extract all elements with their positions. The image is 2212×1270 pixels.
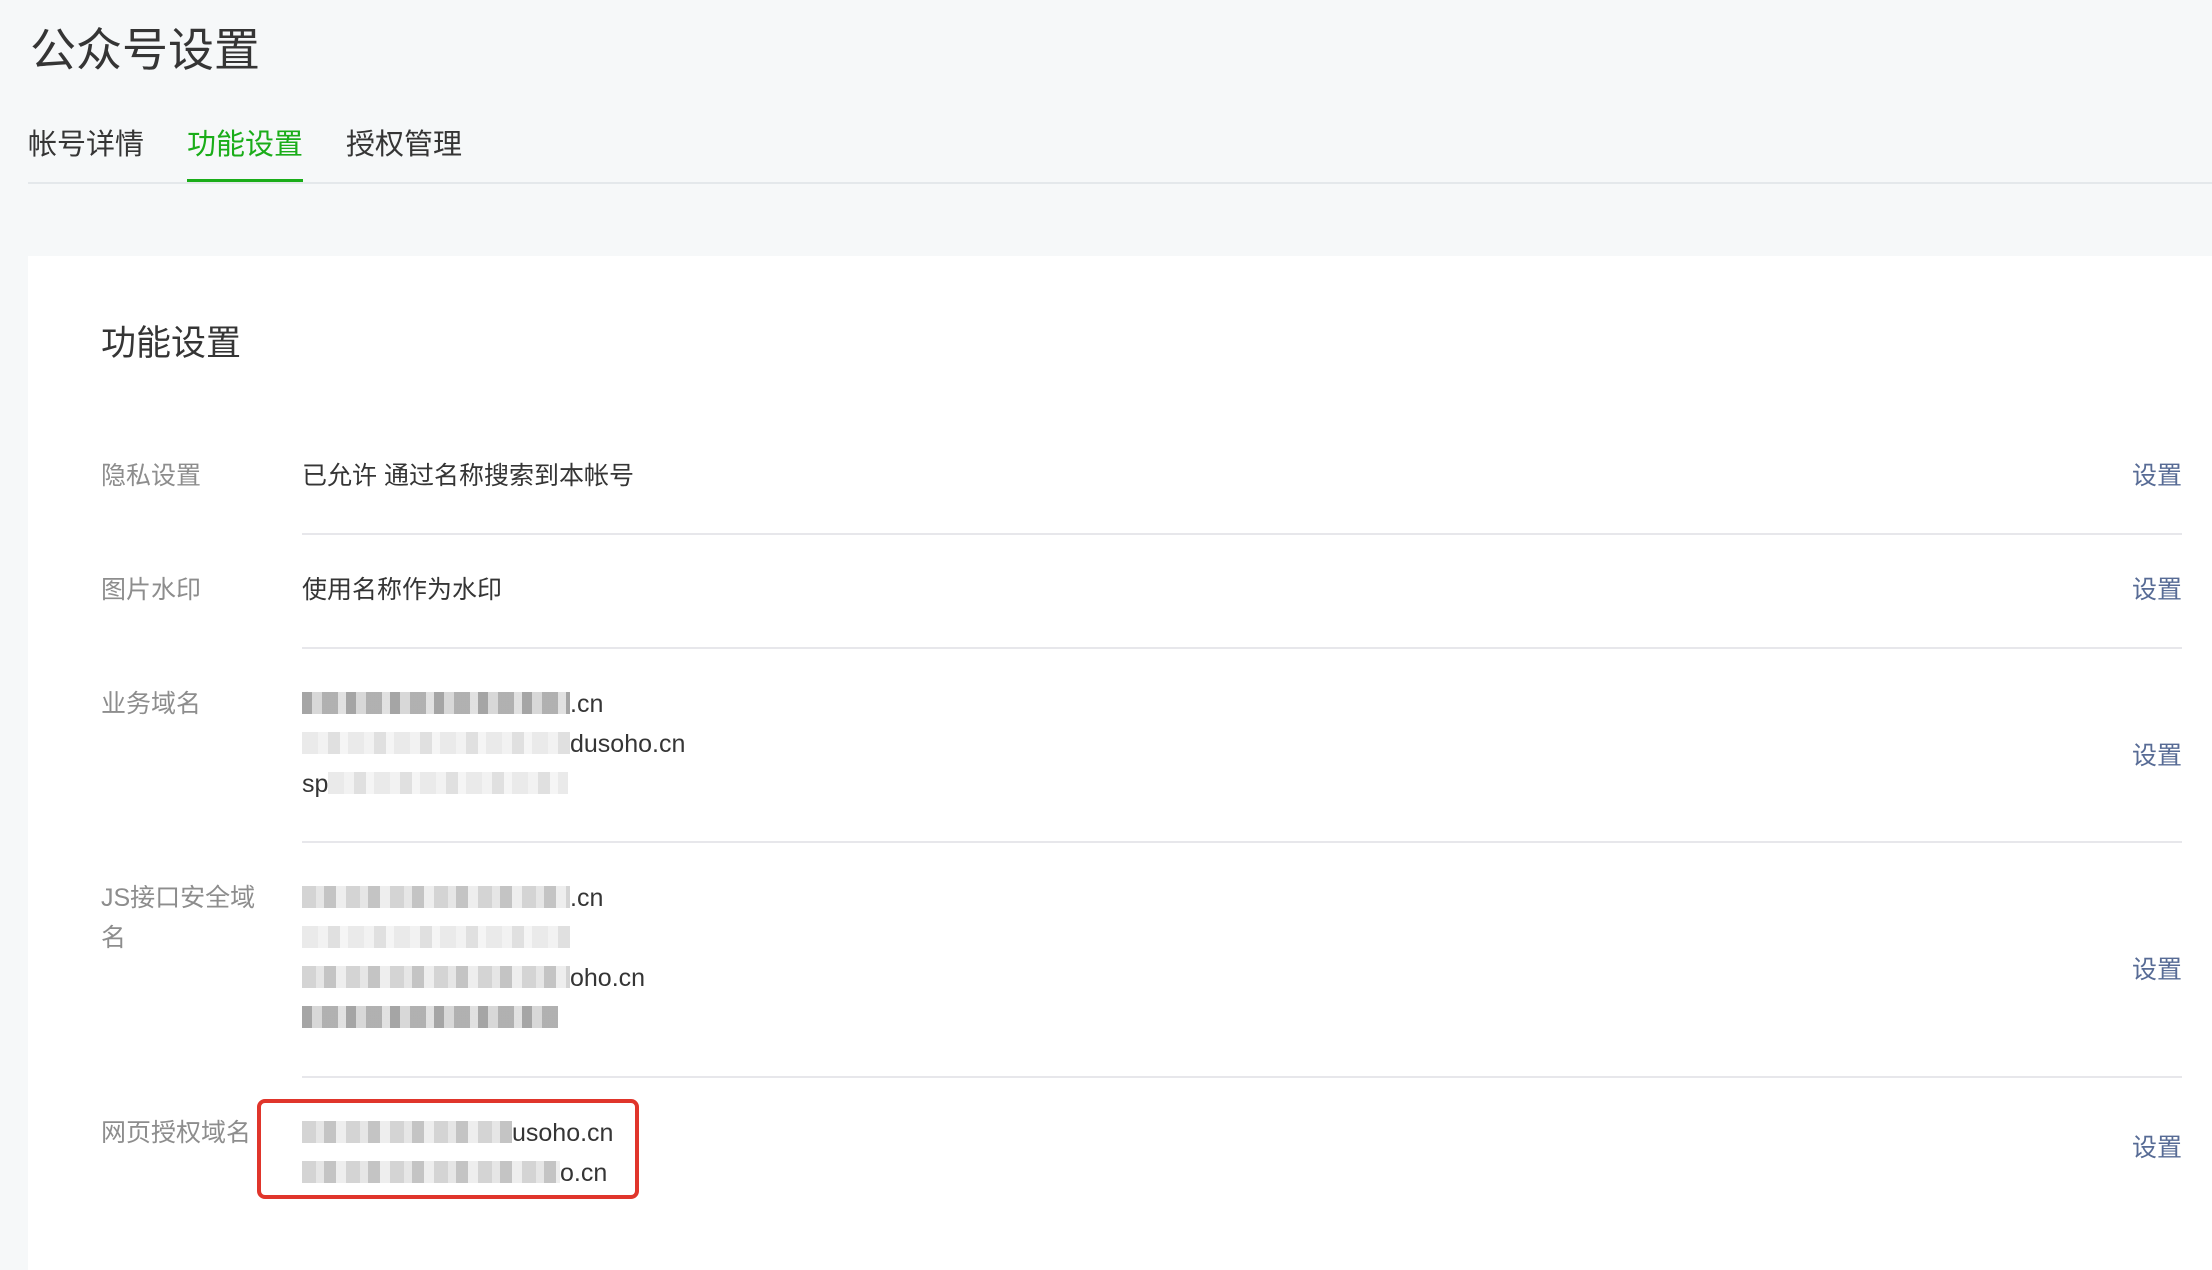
domain-item: sp <box>302 764 685 804</box>
js-api-domain-list: .cn oho.cn <box>302 878 645 1038</box>
web-auth-domain-label: 网页授权域名 <box>101 1119 252 1147</box>
domain-item: dusoho.cn <box>302 724 685 764</box>
row-divider <box>302 1076 2182 1078</box>
page-title: 公众号设置 <box>30 24 260 76</box>
feature-settings-card: 功能设置 隐私设置 已允许 通过名称搜索到本帐号 设置 图片水印 使用名称作为水… <box>28 256 2212 1270</box>
row-divider <box>302 647 2182 649</box>
business-domain-label: 业务域名 <box>101 690 202 718</box>
business-domain-button[interactable]: 设置 <box>2132 736 2182 776</box>
highlight-annotation-box <box>257 1099 639 1199</box>
redacted-text <box>302 692 570 715</box>
domain-item: oho.cn <box>302 958 645 998</box>
tab-authorization-management[interactable]: 授权管理 <box>346 116 462 182</box>
redacted-text <box>302 926 570 949</box>
redacted-text <box>302 1006 558 1029</box>
tab-account-details[interactable]: 帐号详情 <box>28 116 144 182</box>
section-title: 功能设置 <box>101 324 242 363</box>
image-watermark-value: 使用名称作为水印 <box>302 576 503 604</box>
privacy-settings-button[interactable]: 设置 <box>2132 456 2182 496</box>
domain-item <box>302 998 645 1038</box>
privacy-settings-value: 已允许 通过名称搜索到本帐号 <box>302 462 634 490</box>
tab-bar: 帐号详情 功能设置 授权管理 <box>28 116 2212 184</box>
domain-item: .cn <box>302 878 645 918</box>
web-auth-domain-button[interactable]: 设置 <box>2132 1128 2182 1168</box>
row-divider <box>302 533 2182 535</box>
image-watermark-label: 图片水印 <box>101 576 202 604</box>
redacted-text <box>302 732 570 755</box>
row-divider <box>302 841 2182 843</box>
js-api-domain-label: JS接口安全域名 <box>101 884 256 952</box>
privacy-settings-label: 隐私设置 <box>101 462 202 490</box>
redacted-text <box>302 886 570 909</box>
js-api-domain-button[interactable]: 设置 <box>2132 950 2182 990</box>
image-watermark-button[interactable]: 设置 <box>2132 570 2182 610</box>
business-domain-list: .cn dusoho.cn sp <box>302 684 685 804</box>
tab-feature-settings[interactable]: 功能设置 <box>187 116 304 182</box>
redacted-text <box>302 966 570 989</box>
domain-item: .cn <box>302 684 685 724</box>
redacted-text <box>328 772 569 795</box>
domain-item <box>302 918 645 958</box>
